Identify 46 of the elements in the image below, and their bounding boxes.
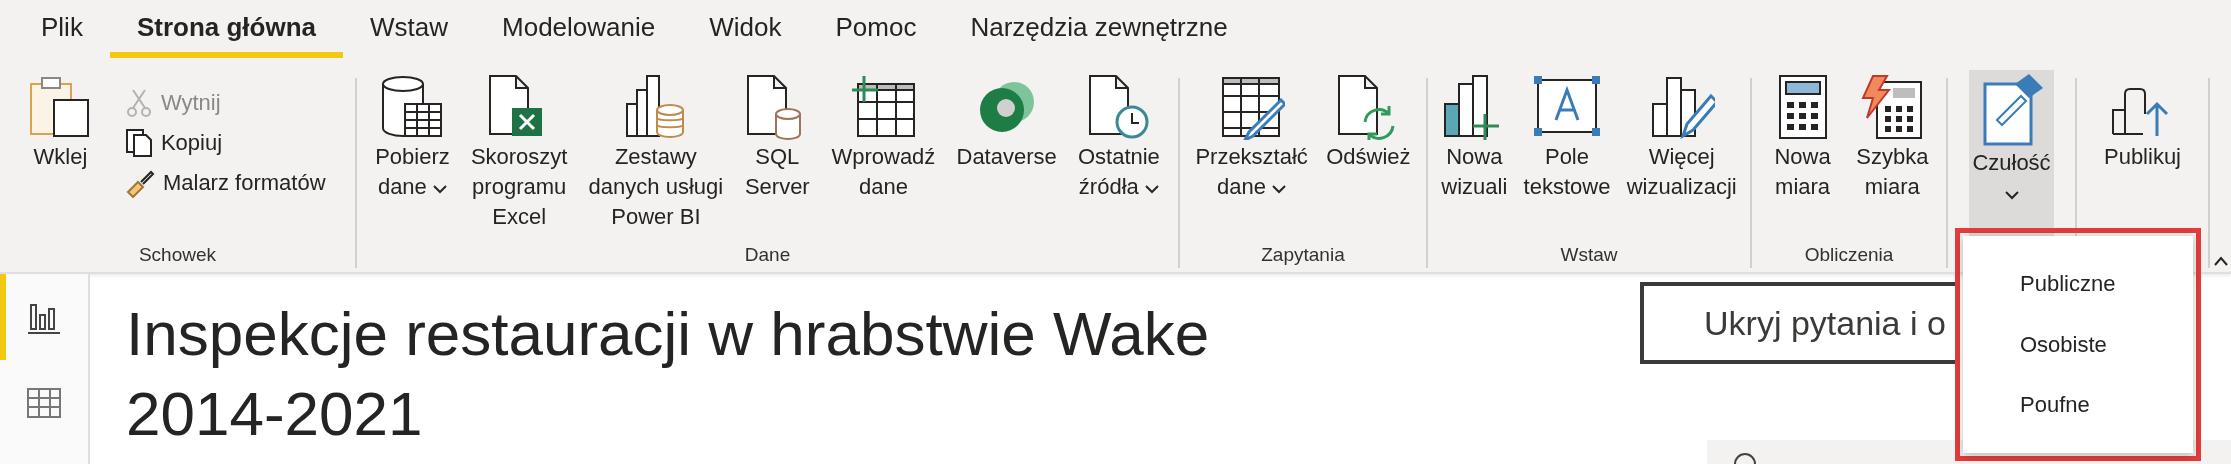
ribbon-button[interactable]: Wprowadź dane: [828, 70, 939, 242]
ribbon-button[interactable]: Nowa wizuali: [1438, 70, 1511, 242]
ribbon-button[interactable]: Publikuj: [2100, 70, 2184, 242]
search-icon: [1733, 450, 1757, 464]
menu-item[interactable]: Publiczne: [1963, 270, 2193, 297]
menu-tab[interactable]: Widok: [682, 0, 809, 58]
ribbon-button[interactable]: Kopiuj: [120, 126, 330, 160]
ribbon-button[interactable]: Więcej wizualizacji: [1623, 70, 1740, 242]
menu-tab[interactable]: Modelowanie: [475, 0, 683, 58]
table-plus-icon: [850, 74, 917, 140]
group-label: Schowek: [137, 243, 218, 267]
menu-tab[interactable]: Plik: [14, 0, 110, 58]
ribbon-button[interactable]: SQL Server: [741, 70, 814, 242]
ribbon-button[interactable]: Malarz formatów: [120, 166, 330, 200]
ribbon-button[interactable]: Pobierz dane: [372, 70, 453, 242]
ribbon-button[interactable]: Nowa miara: [1766, 70, 1839, 242]
menu-item[interactable]: Osobiste: [1963, 331, 2193, 358]
copy-icon: [124, 128, 153, 158]
menu-tab[interactable]: Narzędzia zewnętrzne: [943, 0, 1255, 58]
ribbon-button[interactable]: Dataverse: [953, 70, 1060, 242]
ribbon-button[interactable]: Wklej: [25, 70, 96, 242]
group-label: Obliczenia: [1803, 243, 1895, 267]
group-label: Wstaw: [1559, 243, 1619, 267]
group-label: Zapytania: [1260, 243, 1346, 267]
ribbon-button[interactable]: Szybka miara: [1853, 70, 1932, 242]
ribbon-button[interactable]: Zestawy danych usługi Power BI: [585, 70, 727, 242]
report-title: Inspekcje restauracji w hrabstwie Wake 2014-2021: [126, 298, 1211, 450]
chevron-down-icon: [1272, 184, 1287, 194]
collapse-caret-icon: [2213, 256, 2228, 266]
ribbon-button[interactable]: Pole tekstowe: [1520, 70, 1614, 242]
ribbon-button[interactable]: Odśwież: [1323, 70, 1414, 242]
ribbon-button[interactable]: Ostatnie źródła: [1074, 70, 1163, 242]
scissors-icon: [124, 88, 153, 118]
paintbrush-icon: [124, 168, 155, 198]
menu-tab[interactable]: Strona główna: [109, 0, 344, 58]
chevron-down-icon: [1144, 184, 1159, 194]
menu-item[interactable]: Poufne: [1963, 392, 2193, 419]
chevron-down-icon: [2004, 190, 2019, 200]
menu-tab[interactable]: Pomoc: [808, 0, 944, 58]
qa-button[interactable]: Ukryj pytania i o: [1640, 282, 1957, 364]
menu-tab[interactable]: Wstaw: [343, 0, 476, 58]
chevron-down-icon: [432, 184, 447, 194]
table-icon: [26, 387, 62, 419]
group-label: Dane: [743, 243, 792, 267]
ribbon-button[interactable]: Skoroszyt programu Excel: [467, 70, 571, 242]
ribbon-button[interactable]: Przekształć dane: [1192, 70, 1311, 242]
